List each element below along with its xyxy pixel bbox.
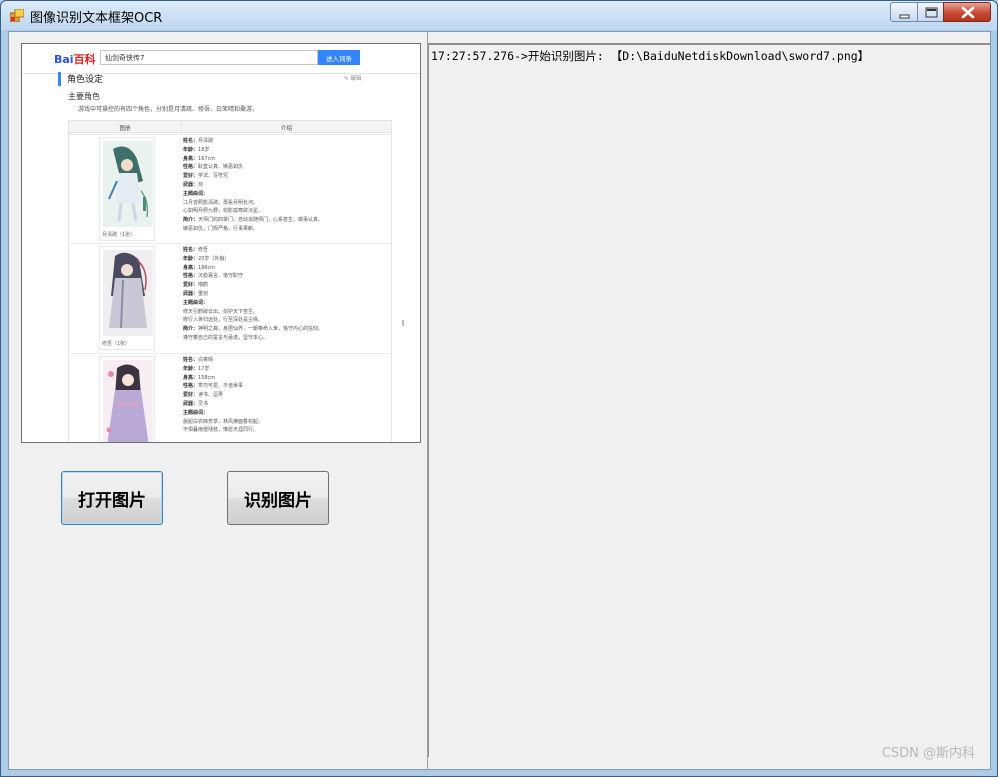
character-details: 姓名：白茉晴 年龄：17岁 身高：158cm 性格：乖巧可爱、不谙世事 爱好：读… — [183, 356, 263, 435]
character-details: 姓名：修吾 年龄：20岁（外貌） 身高：186cm 性格：沉稳寡言、恪守职守 爱… — [183, 246, 323, 343]
detail-line: 主题曲词： — [183, 299, 209, 306]
detail-line: 性格：沉稳寡言、恪守职守 — [183, 273, 244, 280]
detail-line: 简介：神明之裔，身居仙界，一朝奉命入世，恪守内心的信仰。 — [183, 326, 324, 333]
detail-line: 身高：167cm — [183, 155, 216, 162]
character-art-yueqingshu — [103, 141, 153, 227]
detail-line: 姓名：白茉晴 — [183, 357, 214, 363]
detail-line: 性格：乖巧可爱、不谙世事 — [183, 383, 244, 390]
table-row: 修吾（1张） 姓名：修吾 年龄：20岁（外貌） 身高：186cm 性格：沉稳寡言… — [69, 243, 391, 353]
close-icon — [961, 6, 975, 19]
preview-character-table: 图册 介绍 月清疏（1张） 姓名：月清疏 年龄：18岁 身高：167cm 性格：… — [68, 120, 392, 442]
log-line: 17:27:57.276->开始识别图片: 【D:\BaiduNetdiskDo… — [431, 49, 870, 63]
detail-line: 姓名：月清疏 — [183, 138, 214, 144]
detail-line: 爱好：喂鹤 — [183, 282, 209, 289]
detail-line: 不惧暮雨侵残枝，惟愿天涯同行。 — [183, 427, 259, 434]
log-textbox[interactable]: 17:27:57.276->开始识别图片: 【D:\BaiduNetdiskDo… — [428, 43, 990, 757]
maximize-button[interactable] — [917, 2, 944, 22]
window-title: 图像识别文本框架OCR — [30, 11, 163, 26]
logo-text-right: 百科 — [73, 53, 96, 66]
detail-line: 年龄：20岁（外貌） — [183, 255, 230, 262]
character-art-xiuwu — [103, 250, 153, 336]
baidu-baike-logo: Bai百科 — [54, 51, 96, 67]
detail-line: 武器：剑 — [183, 181, 204, 188]
character-image — [99, 356, 155, 442]
detail-line: 简介：天师门的四掌门，自幼追随师门，心系苍生，做事认真。 — [183, 217, 324, 224]
detail-line: 性格：耿直认真、嫉恶如仇 — [183, 164, 244, 171]
app-window: 图像识别文本框架OCR Bai百科 仙剑奇侠传7 进入词条 角色设定 ✎ 编辑 … — [0, 0, 998, 777]
character-image: 修吾（1张） — [99, 246, 155, 350]
table-row: 月清疏（1张） 姓名：月清疏 年龄：18岁 身高：167cm 性格：耿直认真、嫉… — [69, 134, 391, 243]
detail-line: 主题曲词： — [183, 190, 209, 197]
preview-subtitle: 主要角色 — [68, 92, 100, 101]
minimize-button[interactable] — [890, 2, 918, 22]
maximize-icon — [925, 7, 938, 18]
preview-search-button: 进入词条 — [318, 50, 360, 65]
detail-line: 爱好：读书、逗弄 — [183, 392, 224, 399]
detail-line: 嫉恶如仇，门规严格，行事果断。 — [183, 225, 259, 232]
character-art-baimoqing — [103, 360, 153, 442]
detail-line: 爱好：学法、写符咒 — [183, 173, 229, 180]
detail-line: 年龄：17岁 — [183, 365, 210, 372]
detail-line: 身高：186cm — [183, 264, 216, 271]
detail-line: 年龄：18岁 — [183, 146, 210, 153]
character-image: 月清疏（1张） — [99, 137, 155, 241]
detail-line: 武器：重剑 — [183, 290, 209, 297]
open-image-button[interactable]: 打开图片 — [61, 471, 163, 525]
minimize-icon — [899, 14, 910, 19]
detail-line: 江月曾照影清疏，再看月明长河。 — [183, 199, 259, 206]
character-details: 姓名：月清疏 年龄：18岁 身高：167cm 性格：耿直认真、嫉恶如仇 爱好：学… — [183, 137, 323, 234]
preview-search-input: 仙剑奇侠传7 — [100, 50, 318, 65]
preview-header: Bai百科 仙剑奇侠传7 进入词条 — [22, 44, 420, 74]
table-header-intro: 介绍 — [181, 121, 391, 133]
preview-intro: 游戏中可操控的有四个角色，分别是月清疏、修吾、白茉晴和桑游。 — [78, 106, 259, 113]
preview-edit-tools: ✎ 编辑 — [344, 76, 362, 82]
app-icon — [10, 9, 24, 22]
recognize-image-button[interactable]: 识别图片 — [227, 471, 329, 525]
character-caption: 月清疏（1张） — [102, 232, 136, 238]
table-header-gallery: 图册 — [69, 121, 181, 133]
client-area: Bai百科 仙剑奇侠传7 进入词条 角色设定 ✎ 编辑 主要角色 游戏中可操控的… — [8, 31, 991, 770]
detail-line: 修行入世归远处，行至深处是尘缘。 — [183, 317, 264, 324]
close-button[interactable] — [943, 2, 991, 22]
table-row: 姓名：白茉晴 年龄：17岁 身高：158cm 性格：乖巧可爱、不谙世事 爱好：读… — [69, 353, 391, 442]
csdn-watermark: CSDN @斯内科 — [881, 746, 975, 761]
preview-scroll-marker — [402, 320, 404, 326]
character-caption: 修吾（1张） — [102, 341, 131, 347]
detail-line: 遵守着自己的誓言与承诺，坚守本心。 — [183, 334, 269, 341]
detail-line: 主题曲词： — [183, 409, 209, 416]
detail-line: 姓名：修吾 — [183, 247, 209, 253]
detail-line: 晨起白衣映芳草，林风拂面香初起。 — [183, 418, 264, 425]
detail-line: 心如明月照九野，剑影孤寒欲沉星。 — [183, 208, 264, 215]
detail-line: 修天引鹤破云出，剑护天下苍生。 — [183, 308, 259, 315]
logo-text-left: Bai — [54, 53, 74, 66]
detail-line: 武器：灵书 — [183, 400, 209, 407]
detail-line: 身高：158cm — [183, 374, 216, 381]
title-bar[interactable]: 图像识别文本框架OCR — [1, 1, 997, 30]
image-picture-box: Bai百科 仙剑奇侠传7 进入词条 角色设定 ✎ 编辑 主要角色 游戏中可操控的… — [21, 43, 421, 443]
